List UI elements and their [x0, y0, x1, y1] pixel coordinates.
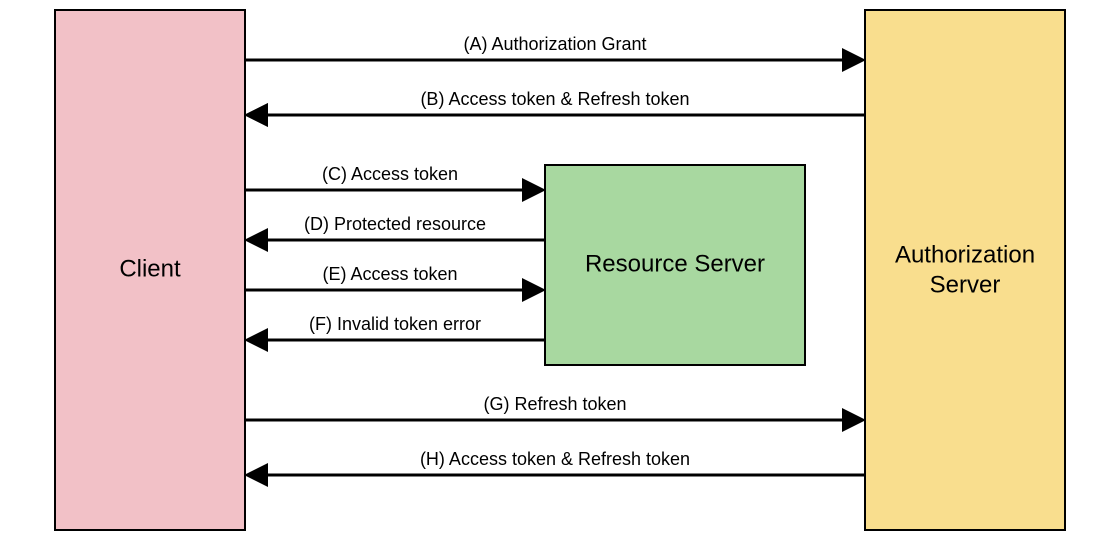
client-label: Client: [119, 255, 181, 282]
flow-a-label: (A) Authorization Grant: [463, 34, 646, 54]
flow-g-label: (G) Refresh token: [483, 394, 626, 414]
flow-f-label: (F) Invalid token error: [309, 314, 481, 334]
auth-server-label-line1: Authorization: [895, 241, 1035, 268]
flow-e-label: (E) Access token: [322, 264, 457, 284]
flow-h-label: (H) Access token & Refresh token: [420, 449, 690, 469]
auth-server-label-line2: Server: [930, 271, 1001, 298]
flow-d-label: (D) Protected resource: [304, 214, 486, 234]
oauth-flow-diagram: Client Authorization Server Resource Ser…: [0, 0, 1120, 543]
flow-b-label: (B) Access token & Refresh token: [420, 89, 689, 109]
flow-c-label: (C) Access token: [322, 164, 458, 184]
resource-server-label: Resource Server: [585, 250, 765, 277]
auth-server-node: [865, 10, 1065, 530]
